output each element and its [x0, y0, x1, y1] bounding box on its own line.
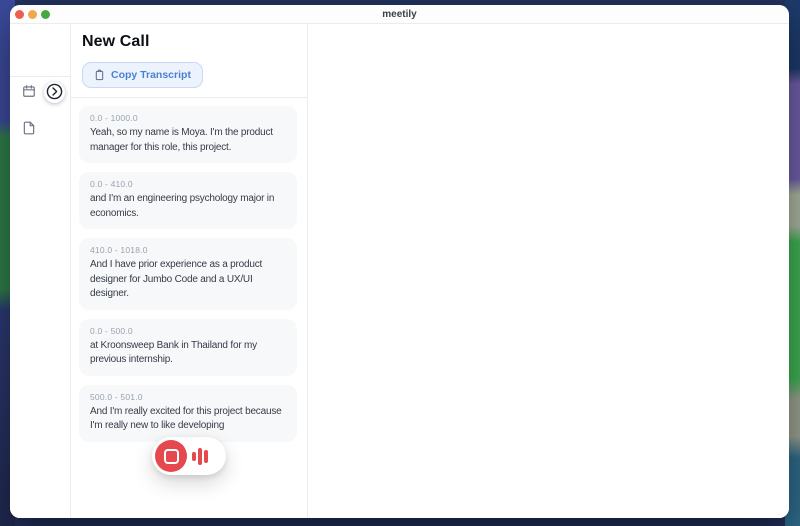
transcript-card: 0.0 - 1000.0 Yeah, so my name is Moya. I… — [79, 106, 297, 163]
sidebar — [10, 24, 71, 518]
sidebar-row-meetings — [21, 82, 70, 103]
transcript-text: and I'm an engineering psychology major … — [90, 192, 286, 221]
window-title: meetily — [10, 9, 789, 20]
transcript-timestamp: 500.0 - 501.0 — [90, 392, 286, 402]
transcript-timestamp: 0.0 - 500.0 — [90, 326, 286, 336]
app-window: meetily — [10, 5, 789, 518]
copy-transcript-button[interactable]: Copy Transcript — [82, 62, 203, 88]
transcript-text: Yeah, so my name is Moya. I'm the produc… — [90, 126, 286, 155]
window-content: New Call Copy Transcript 0.0 - 1000.0 Ye… — [10, 24, 789, 518]
transcript-card: 410.0 - 1018.0 And I have prior experien… — [79, 238, 297, 310]
panel-header: New Call Copy Transcript — [71, 24, 307, 98]
sidebar-row-notes — [21, 122, 70, 137]
stop-recording-button[interactable] — [155, 440, 187, 472]
sidebar-nav — [10, 77, 70, 137]
stop-icon — [164, 449, 179, 464]
transcript-text: at Kroonsweep Bank in Thailand for my pr… — [90, 339, 286, 368]
calendar-icon — [22, 84, 36, 101]
transcript-text: And I'm really excited for this project … — [90, 405, 286, 434]
copy-transcript-label: Copy Transcript — [111, 69, 191, 81]
audio-level-icon — [192, 448, 208, 465]
main-content — [308, 24, 789, 518]
transcript-timestamp: 0.0 - 410.0 — [90, 179, 286, 189]
titlebar: meetily — [10, 5, 789, 24]
sidebar-item-calendar[interactable] — [21, 85, 36, 100]
expand-sidebar-button[interactable] — [44, 82, 65, 103]
clipboard-icon — [94, 69, 105, 81]
transcript-text: And I have prior experience as a product… — [90, 258, 286, 302]
transcript-panel: New Call Copy Transcript 0.0 - 1000.0 Ye… — [71, 24, 308, 518]
page-title: New Call — [82, 33, 295, 51]
chevron-right-circle-icon — [46, 83, 63, 103]
document-icon — [22, 121, 36, 138]
transcript-card: 0.0 - 500.0 at Kroonsweep Bank in Thaila… — [79, 319, 297, 376]
transcript-timestamp: 0.0 - 1000.0 — [90, 113, 286, 123]
sidebar-item-document[interactable] — [21, 122, 36, 137]
transcript-timestamp: 410.0 - 1018.0 — [90, 245, 286, 255]
sidebar-top-spacer — [10, 24, 70, 77]
transcript-card: 0.0 - 410.0 and I'm an engineering psych… — [79, 172, 297, 229]
recording-control — [152, 437, 226, 475]
transcript-card: 500.0 - 501.0 And I'm really excited for… — [79, 385, 297, 442]
